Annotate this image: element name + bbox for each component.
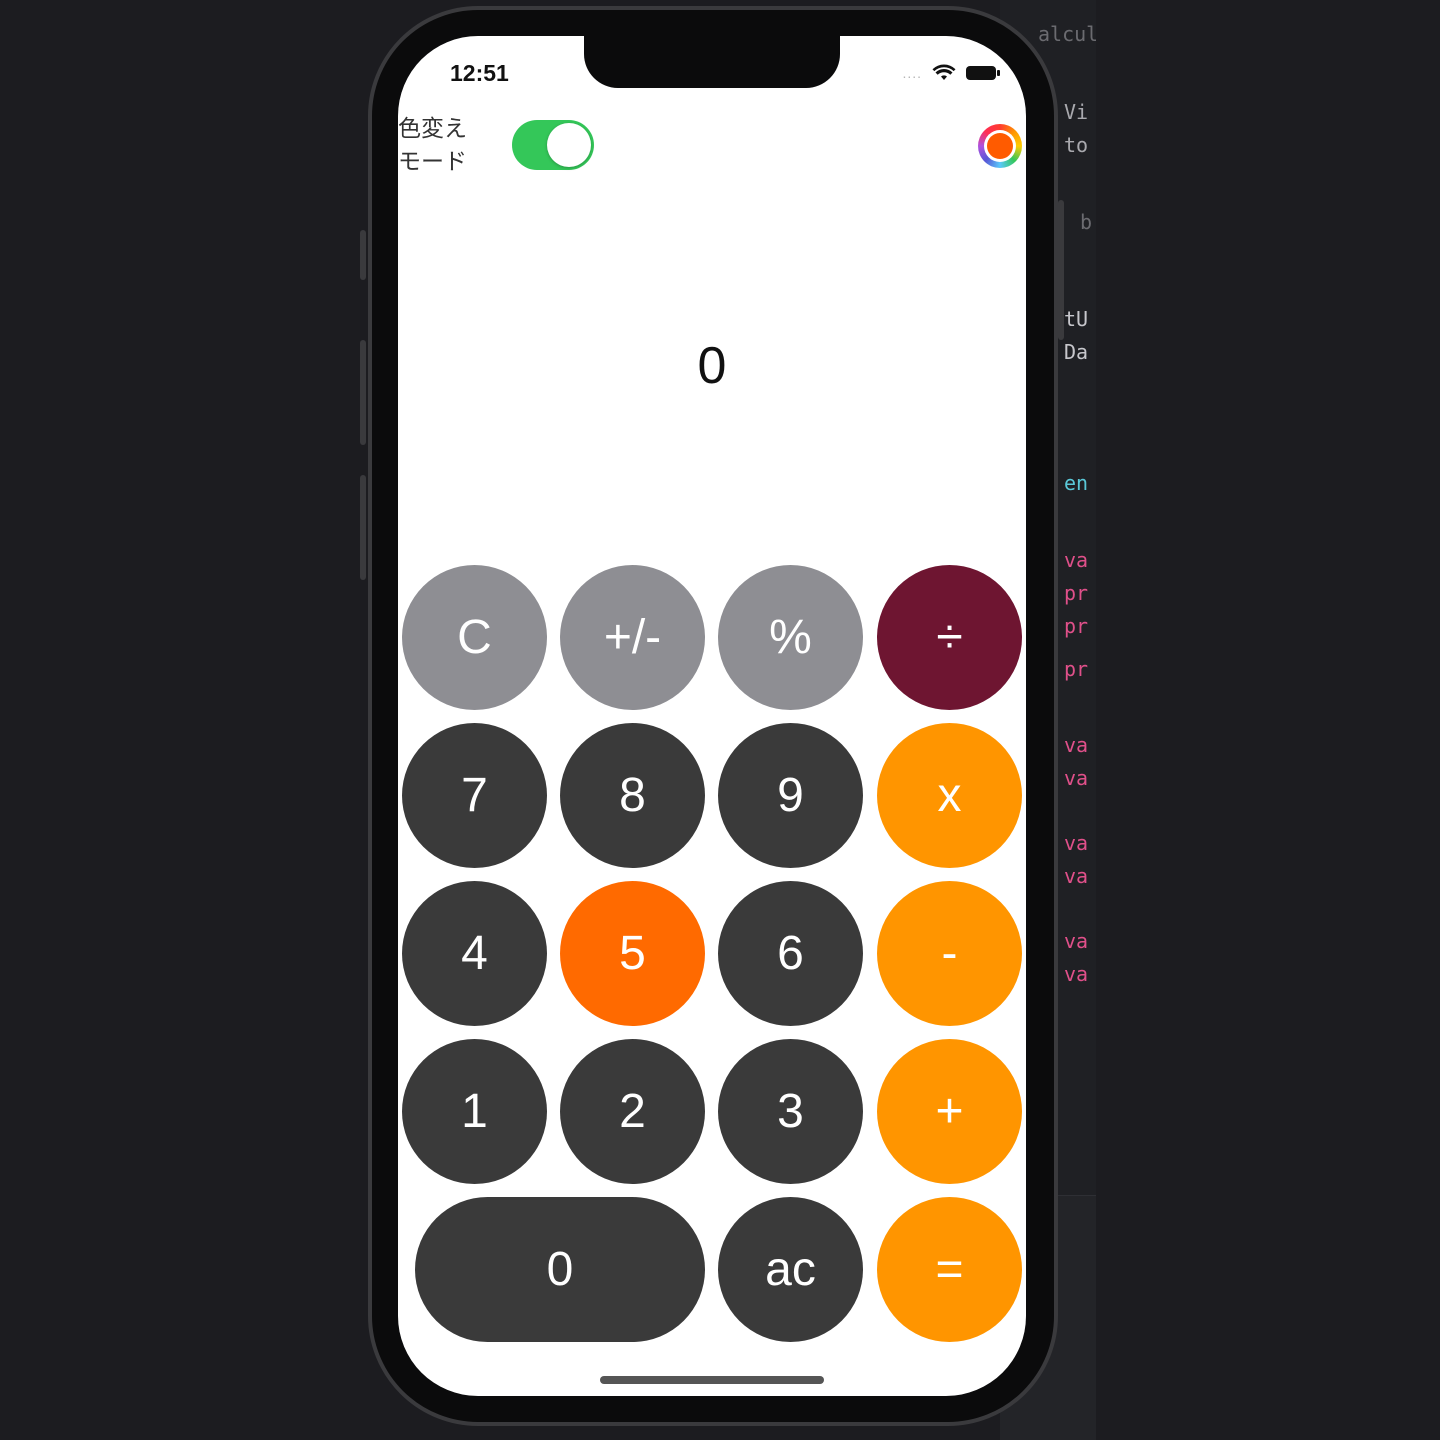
key-4-2[interactable]: = [877,1197,1022,1342]
key-1-2[interactable]: 9 [718,723,863,868]
code-line: en [1064,471,1089,495]
code-line: va [1064,864,1089,888]
key-0-2[interactable]: % [718,565,863,710]
code-line: pr [1064,657,1089,681]
key-2-0[interactable]: 4 [402,881,547,1026]
code-line: va [1064,962,1089,986]
code-line: va [1064,929,1089,953]
key-1-1[interactable]: 8 [560,723,705,868]
code-line: Da [1064,340,1089,364]
code-line: Vi [1064,100,1089,124]
key-3-2[interactable]: 3 [718,1039,863,1184]
key-4-0[interactable]: 0 [415,1197,705,1342]
code-line: alcula [1038,22,1096,46]
phone-screen: 12:51 .... 色変え モード 0 C +/-% ÷ 7 8 9 x 4 5 6-1 2 3 +0… [398,36,1026,1396]
code-line: to [1064,133,1089,157]
code-line: va [1064,548,1089,572]
key-2-1[interactable]: 5 [560,881,705,1026]
key-3-0[interactable]: 1 [402,1039,547,1184]
side-button [360,475,366,580]
key-1-3[interactable]: x [877,723,1022,868]
code-line: va [1064,766,1089,790]
code-line: va [1064,831,1089,855]
key-2-2[interactable]: 6 [718,881,863,1026]
code-line: tU [1064,307,1089,331]
key-4-1[interactable]: ac [718,1197,863,1342]
keypad: C +/-% ÷ 7 8 9 x 4 5 6- 1 2 3 +0 ac = [398,36,1026,1396]
code-line: va [1064,733,1089,757]
code-line: pr [1064,614,1089,638]
key-3-3[interactable]: + [877,1039,1022,1184]
key-0-0[interactable]: C [402,565,547,710]
key-0-3[interactable]: ÷ [877,565,1022,710]
key-1-0[interactable]: 7 [402,723,547,868]
key-0-1[interactable]: +/- [560,565,705,710]
side-button [1058,200,1064,340]
side-button [360,230,366,280]
stage: alcula Vi to b tU Da en va pr pr pr va v… [0,0,1440,1440]
home-indicator[interactable] [600,1376,824,1384]
key-3-1[interactable]: 2 [560,1039,705,1184]
side-button [360,340,366,445]
code-line: b [1080,210,1093,234]
code-line: pr [1064,581,1089,605]
key-2-3[interactable]: - [877,881,1022,1026]
